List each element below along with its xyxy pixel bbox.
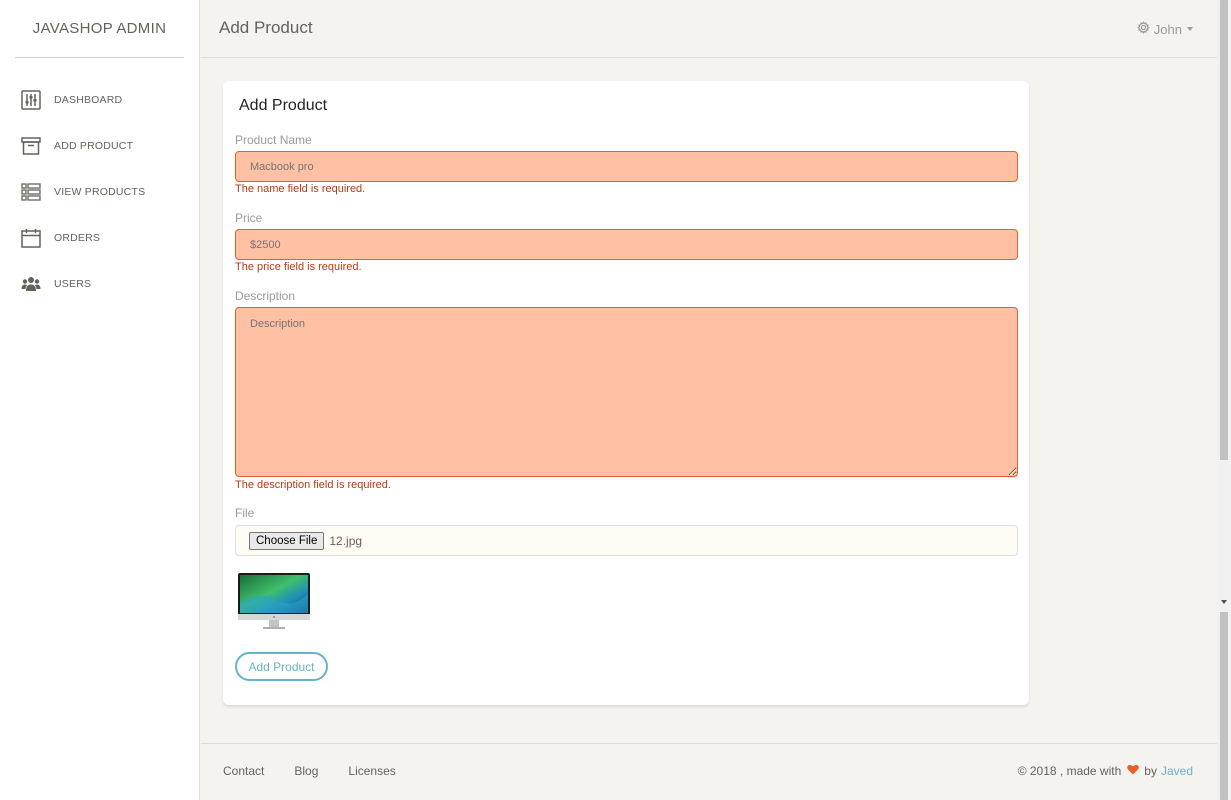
footer-credits: © 2018 , made with by Javed (1018, 764, 1193, 778)
sidebar-item-users[interactable]: USERS (0, 261, 199, 307)
choose-file-button[interactable]: Choose File (249, 531, 325, 550)
footer-link-contact[interactable]: Contact (223, 764, 264, 778)
card-title: Add Product (239, 97, 328, 114)
sidebar-item-dashboard[interactable]: DASHBOARD (0, 77, 199, 123)
credit-by: by (1144, 764, 1157, 778)
footer: Contact Blog Licenses © 2018 , made with… (201, 743, 1217, 800)
sliders-icon (21, 90, 41, 110)
calendar-icon (21, 228, 41, 248)
page-title: Add Product (219, 18, 313, 37)
scrollbar-track-lower[interactable] (1220, 612, 1228, 800)
price-input[interactable] (235, 229, 1018, 260)
description-error: The description field is required. (235, 479, 391, 491)
vertical-scrollbar[interactable] (1217, 0, 1231, 800)
sidebar-item-label: USERS (54, 278, 92, 290)
author-link[interactable]: Javed (1161, 764, 1193, 778)
heart-icon (1127, 764, 1140, 778)
sidebar-item-orders[interactable]: ORDERS (0, 215, 199, 261)
file-label: File (235, 506, 255, 520)
price-label: Price (235, 211, 263, 225)
sidebar-item-label: VIEW PRODUCTS (54, 186, 146, 198)
add-product-button[interactable]: Add Product (235, 652, 328, 681)
users-icon (21, 274, 41, 294)
description-textarea[interactable] (235, 307, 1018, 477)
file-name: 12.jpg (329, 533, 363, 548)
sidebar-nav: DASHBOARD ADD PRODUCT VIEW PRODUCTS ORDE… (0, 58, 199, 307)
footer-links: Contact Blog Licenses (223, 764, 426, 778)
sidebar-item-label: ORDERS (54, 232, 101, 244)
product-name-input[interactable] (235, 151, 1018, 182)
sidebar-item-label: ADD PRODUCT (54, 140, 134, 152)
credit-text: © 2018 , made with (1017, 764, 1122, 778)
file-input[interactable]: Choose File 12.jpg (235, 525, 1018, 556)
price-error: The price field is required. (235, 261, 362, 273)
top-navbar: Add Product John (201, 0, 1217, 58)
sidebar: JAVASHOP ADMIN DASHBOARD ADD PRODUCT VIE… (0, 0, 200, 800)
sidebar-item-add-product[interactable]: ADD PRODUCT (0, 123, 199, 169)
sidebar-item-view-products[interactable]: VIEW PRODUCTS (0, 169, 199, 215)
sidebar-item-label: DASHBOARD (54, 94, 123, 106)
product-image-preview (237, 572, 311, 632)
caret-down-icon (1187, 27, 1193, 31)
footer-link-blog[interactable]: Blog (294, 764, 318, 778)
user-menu-dropdown[interactable]: John (1136, 21, 1193, 37)
add-product-card: Add Product Product Name The name field … (223, 81, 1029, 705)
user-name: John (1153, 21, 1182, 37)
footer-link-licenses[interactable]: Licenses (348, 764, 395, 778)
archive-icon (21, 136, 41, 156)
product-name-error: The name field is required. (235, 183, 366, 195)
gear-icon (1136, 21, 1150, 37)
product-name-label: Product Name (235, 133, 312, 147)
description-label: Description (235, 289, 296, 303)
brand-logo[interactable]: JAVASHOP ADMIN (15, 0, 184, 58)
scrollbar-thumb[interactable] (1220, 0, 1228, 460)
list-icon (21, 182, 41, 202)
scroll-down-arrow-icon[interactable] (1221, 600, 1227, 604)
